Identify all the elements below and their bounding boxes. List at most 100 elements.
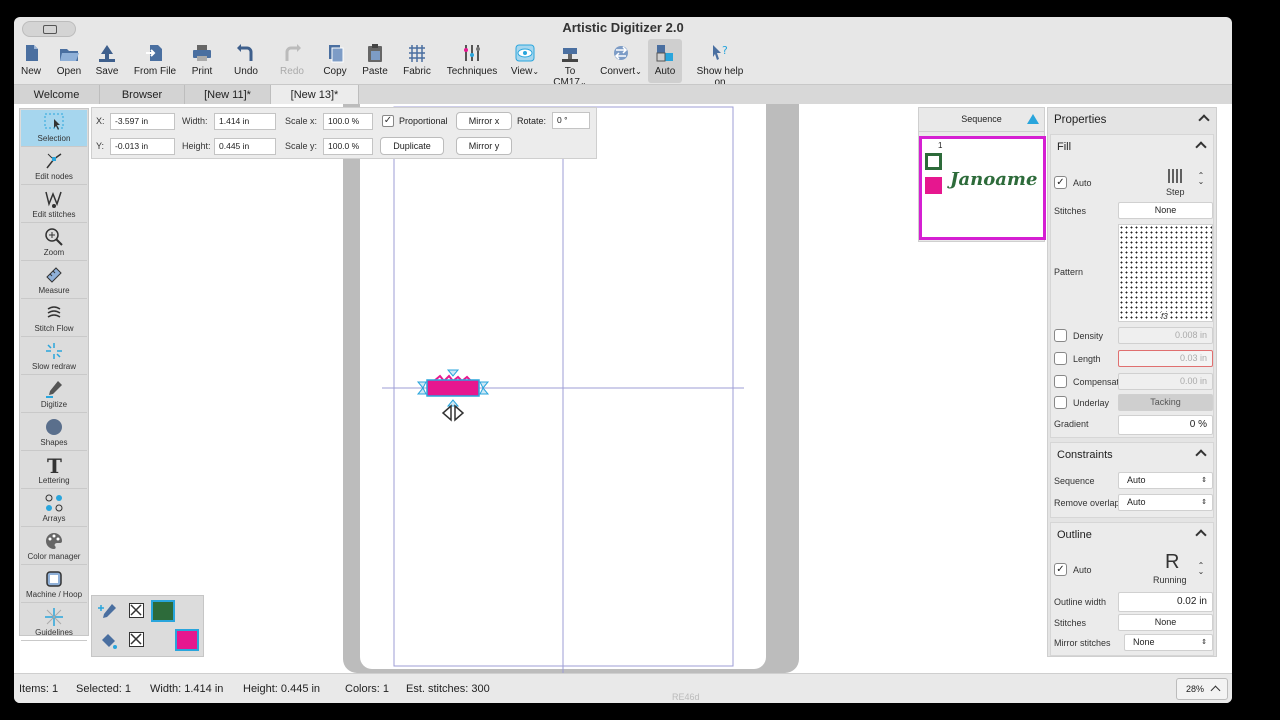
- show-help-button[interactable]: ? Show help on: [690, 39, 750, 88]
- eye-icon: [515, 44, 535, 62]
- paste-button[interactable]: Paste: [361, 39, 389, 83]
- fabric-button[interactable]: Fabric: [401, 39, 433, 83]
- compensation-checkbox[interactable]: [1054, 375, 1067, 388]
- properties-header: Properties: [1048, 108, 1216, 132]
- tool-shapes[interactable]: Shapes: [21, 414, 87, 451]
- tool-slow-redraw[interactable]: Slow redraw: [21, 338, 87, 375]
- embroidery-shape[interactable]: [427, 380, 479, 396]
- mirror-x-button[interactable]: Mirror x: [456, 112, 512, 130]
- tool-panel: Selection Edit nodes Edit stitches Zoom …: [19, 108, 89, 641]
- underlay-select[interactable]: Tacking: [1118, 394, 1213, 411]
- constraints-header: Constraints: [1051, 443, 1213, 467]
- fill-bucket-icon[interactable]: [98, 632, 118, 652]
- fill-type-stepper[interactable]: ⌃ ⌄: [1197, 172, 1205, 186]
- remove-overlaps-select[interactable]: Auto ⇕: [1118, 494, 1213, 511]
- scale-x-input[interactable]: 100.0 %: [323, 113, 373, 130]
- redo-button[interactable]: Redo: [274, 39, 310, 83]
- no-outline-toggle[interactable]: [129, 632, 144, 647]
- collapse-triangle-icon[interactable]: [1027, 114, 1039, 124]
- undo-button[interactable]: Undo: [228, 39, 264, 83]
- view-button[interactable]: View⌄: [510, 39, 540, 83]
- tool-measure[interactable]: Measure: [21, 262, 87, 299]
- height-input[interactable]: 0.445 in: [214, 138, 276, 155]
- tool-arrays[interactable]: Arrays: [21, 490, 87, 527]
- rotate-input[interactable]: 0 °: [552, 112, 590, 129]
- selected-object[interactable]: [416, 369, 490, 422]
- object-properties-bar: X: -3.597 in Y: -0.013 in Width: 1.414 i…: [91, 107, 597, 159]
- copy-icon: [329, 45, 344, 63]
- mirror-stitches-select[interactable]: None ⇕: [1124, 634, 1213, 651]
- running-stitch-icon: R: [1165, 551, 1180, 573]
- new-button[interactable]: New: [19, 39, 43, 83]
- density-checkbox[interactable]: [1054, 329, 1067, 342]
- tool-zoom[interactable]: Zoom: [21, 224, 87, 261]
- tab-new-13[interactable]: [New 13]*: [271, 85, 359, 105]
- mirror-handle-icon[interactable]: [441, 404, 465, 422]
- x-input[interactable]: -3.597 in: [110, 113, 175, 130]
- tool-guidelines[interactable]: Guidelines: [21, 604, 87, 641]
- tool-stitch-flow[interactable]: Stitch Flow: [21, 300, 87, 337]
- width-input[interactable]: 1.414 in: [214, 113, 276, 130]
- fill-auto-checkbox[interactable]: ✓: [1054, 176, 1067, 189]
- tool-color-manager[interactable]: Color manager: [21, 528, 87, 565]
- from-file-button[interactable]: From File: [132, 39, 178, 83]
- outline-width-input[interactable]: 0.02 in: [1118, 592, 1213, 612]
- density-input[interactable]: 0.008 in: [1118, 327, 1213, 344]
- guidelines-icon: [45, 608, 63, 626]
- tool-edit-nodes[interactable]: Edit nodes: [21, 148, 87, 185]
- fill-stitches-select[interactable]: None: [1118, 202, 1213, 219]
- to-cm17-button[interactable]: To CM17⌄: [548, 39, 592, 88]
- height-field: Height: 0.445 in: [182, 138, 278, 155]
- techniques-button[interactable]: Techniques: [446, 39, 498, 83]
- outline-type-stepper[interactable]: ⌃ ⌄: [1197, 562, 1205, 576]
- tab-welcome[interactable]: Welcome: [14, 85, 100, 105]
- sequence-item[interactable]: 1 Janoame: [919, 136, 1046, 240]
- outline-stitches-select[interactable]: None: [1118, 614, 1213, 631]
- outline-color-swatch[interactable]: [175, 629, 199, 651]
- collapse-icon[interactable]: [1195, 141, 1207, 153]
- no-fill-toggle[interactable]: [129, 603, 144, 618]
- tool-lettering[interactable]: T Lettering: [21, 452, 87, 489]
- hoop-model-label: RE46d: [672, 692, 700, 702]
- selection-icon: [44, 113, 64, 130]
- y-input[interactable]: -0.013 in: [110, 138, 175, 155]
- sequence-select[interactable]: Auto ⇕: [1118, 472, 1213, 489]
- collapse-icon[interactable]: [1198, 114, 1210, 126]
- tool-machine-hoop[interactable]: Machine / Hoop: [21, 566, 87, 603]
- zoom-control[interactable]: 28%: [1176, 678, 1228, 700]
- fill-pattern-preview[interactable]: [1118, 224, 1213, 322]
- x-field: X: -3.597 in: [96, 113, 176, 130]
- open-button[interactable]: Open: [54, 39, 84, 83]
- collapse-icon[interactable]: [1195, 449, 1207, 461]
- print-button[interactable]: Print: [189, 39, 215, 83]
- copy-button[interactable]: Copy: [322, 39, 348, 83]
- add-color-pen-icon[interactable]: [98, 602, 118, 622]
- save-button[interactable]: Save: [94, 39, 120, 83]
- length-input[interactable]: 0.03 in: [1118, 350, 1213, 367]
- compensation-input[interactable]: 0.00 in: [1118, 373, 1213, 390]
- auto-icon: [656, 45, 673, 62]
- scale-y-input[interactable]: 100.0 %: [323, 138, 373, 155]
- fill-color-swatch[interactable]: [151, 600, 175, 622]
- tool-selection[interactable]: Selection: [21, 110, 87, 147]
- tool-digitize[interactable]: Digitize: [21, 376, 87, 413]
- tab-new-11[interactable]: [New 11]*: [185, 85, 271, 105]
- gradient-input[interactable]: 0 %: [1118, 415, 1213, 435]
- collapse-icon[interactable]: [1195, 529, 1207, 541]
- printer-icon: [193, 45, 211, 61]
- proportional-checkbox[interactable]: ✓: [382, 115, 394, 127]
- outline-auto-checkbox[interactable]: ✓: [1054, 563, 1067, 576]
- underlay-checkbox[interactable]: [1054, 396, 1067, 409]
- document-tabs: Welcome Browser [New 11]* [New 13]*: [14, 84, 1232, 105]
- tab-browser[interactable]: Browser: [100, 85, 185, 105]
- scale-x-field: Scale x: 100.0 %: [285, 113, 377, 130]
- tool-edit-stitches[interactable]: Edit stitches: [21, 186, 87, 223]
- length-checkbox[interactable]: [1054, 352, 1067, 365]
- mirror-y-button[interactable]: Mirror y: [456, 137, 512, 155]
- auto-button[interactable]: Auto: [648, 39, 682, 83]
- convert-button[interactable]: Convert⌄: [600, 39, 642, 83]
- help-cursor-icon: ?: [713, 44, 728, 60]
- svg-text:?: ?: [722, 44, 728, 57]
- sidebar-toggle-button[interactable]: [22, 21, 76, 37]
- duplicate-button[interactable]: Duplicate: [380, 137, 444, 155]
